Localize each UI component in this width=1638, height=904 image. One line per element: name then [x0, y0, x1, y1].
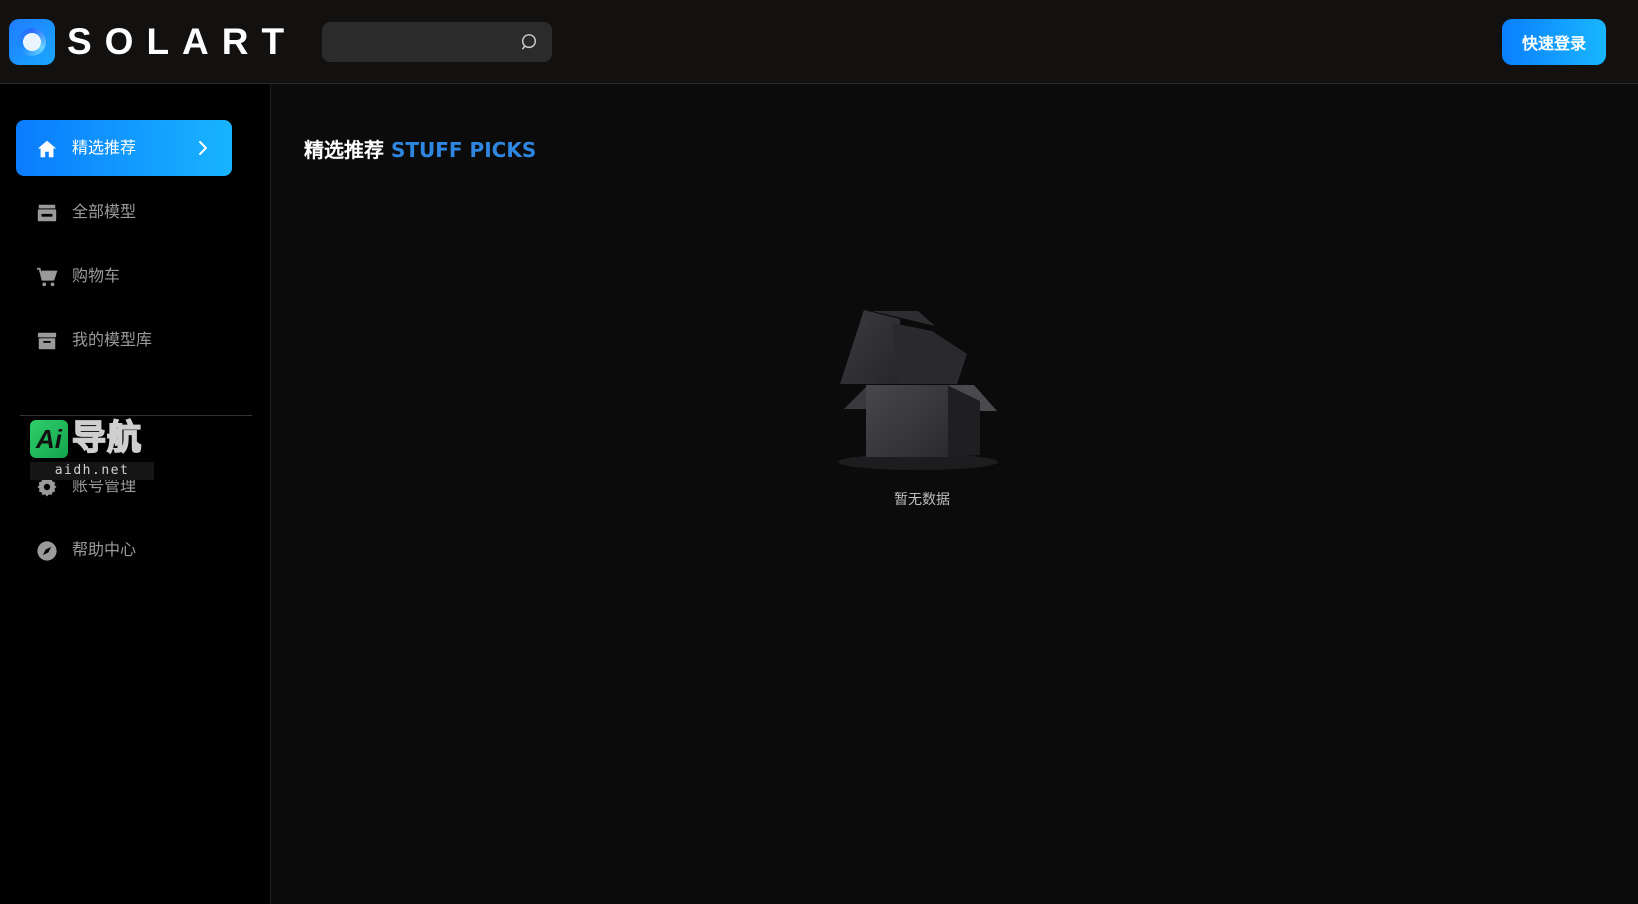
sidebar-item-featured[interactable]: 精选推荐 [16, 120, 232, 176]
sidebar-item-help[interactable]: 帮助中心 [16, 522, 232, 578]
empty-state: 暂无数据 [832, 309, 1012, 509]
sidebar-item-label: 精选推荐 [72, 138, 137, 157]
sidebar-item-label: 全部模型 [72, 202, 137, 221]
search-input[interactable] [334, 22, 508, 64]
sidebar-item-label: 帮助中心 [72, 540, 137, 559]
cart-icon [36, 267, 58, 287]
search-icon[interactable] [520, 33, 538, 51]
empty-state-text: 暂无数据 [894, 492, 950, 508]
watermark-url: aidh.net [30, 462, 154, 480]
page-title-cn: 精选推荐 [304, 138, 384, 162]
sidebar-item-label: 我的模型库 [72, 330, 153, 349]
archive-icon [37, 332, 57, 350]
home-icon [37, 140, 57, 158]
chevron-right-icon [199, 141, 207, 155]
sidebar-item-label: 购物车 [72, 266, 121, 285]
top-header: SOLART 快速登录 [0, 0, 1638, 84]
sidebar-item-all-models[interactable]: 全部模型 [16, 184, 232, 240]
logo-text: SOLART [67, 21, 298, 62]
main-content: 精选推荐 STUFF PICKS 暂无数据 [272, 84, 1638, 904]
empty-box-icon [838, 310, 998, 470]
watermark-logo: Ai 导航 aidh.net [30, 417, 155, 482]
watermark-title: 导航 [71, 417, 142, 459]
page-title: 精选推荐 STUFF PICKS [304, 134, 536, 163]
page-title-en: STUFF PICKS [390, 138, 537, 162]
quick-login-button[interactable]: 快速登录 [1502, 19, 1606, 65]
sidebar-item-cart[interactable]: 购物车 [16, 248, 232, 304]
store-icon [37, 204, 57, 222]
search-box[interactable] [322, 22, 552, 64]
compass-icon [37, 541, 57, 561]
sidebar-divider [20, 415, 252, 416]
logo-mark-icon [9, 19, 55, 65]
watermark-badge: Ai [30, 420, 68, 458]
sidebar-item-my-library[interactable]: 我的模型库 [16, 312, 232, 368]
sidebar: 精选推荐 全部模型 购物车 我的模型库 账号管理 帮助中心 Ai 导航 aidh… [0, 84, 271, 904]
app-logo[interactable]: SOLART [9, 19, 297, 65]
